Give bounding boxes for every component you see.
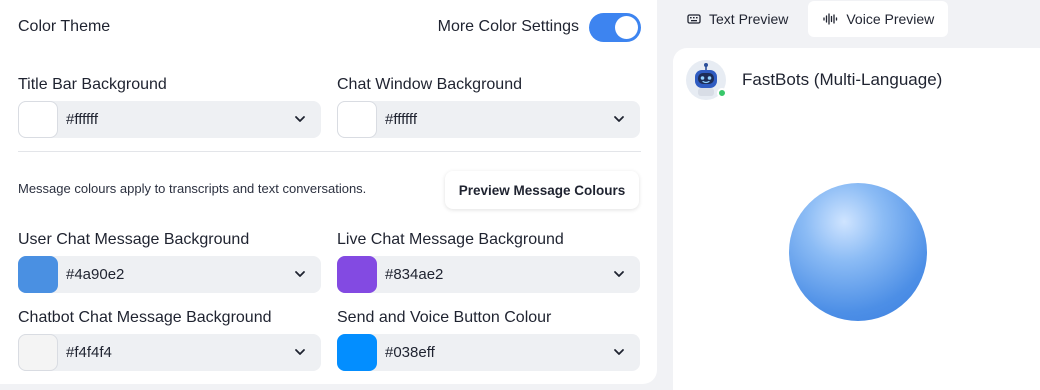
user-chat-message-background-select[interactable]: #4a90e2	[18, 256, 321, 293]
user-chat-color-swatch[interactable]	[18, 256, 58, 293]
tab-text-preview[interactable]: Text Preview	[673, 1, 802, 37]
message-colours-note: Message colours apply to transcripts and…	[18, 181, 367, 196]
live-chat-message-background-label: Live Chat Message Background	[337, 231, 564, 248]
user-chat-color-value: #4a90e2	[66, 266, 125, 283]
live-chat-color-swatch[interactable]	[337, 256, 377, 293]
send-and-voice-button-colour-field: Send and Voice Button Colour #038eff	[337, 307, 640, 371]
preview-message-colours-button[interactable]: Preview Message Colours	[445, 171, 639, 209]
title-bar-color-swatch[interactable]	[18, 101, 58, 138]
chevron-down-icon	[295, 271, 305, 277]
bot-name: FastBots (Multi-Language)	[742, 70, 943, 89]
chatbot-chat-message-background-label: Chatbot Chat Message Background	[18, 309, 272, 326]
voice-preview-card: FastBots (Multi-Language)	[673, 48, 1040, 390]
send-and-voice-button-colour-select[interactable]: #038eff	[337, 334, 640, 371]
toggle-knob	[615, 15, 638, 39]
chevron-down-icon	[614, 116, 624, 122]
send-and-voice-button-colour-label: Send and Voice Button Colour	[337, 309, 552, 326]
live-chat-message-background-select[interactable]: #834ae2	[337, 256, 640, 293]
color-theme-panel: Color Theme More Color Settings Title Ba…	[0, 0, 657, 384]
voice-orb[interactable]	[789, 183, 927, 321]
chat-window-background-label: Chat Window Background	[337, 76, 522, 93]
chevron-down-icon	[295, 116, 305, 122]
user-chat-message-background-field: User Chat Message Background #4a90e2	[18, 229, 321, 293]
chevron-down-icon	[614, 271, 624, 277]
chevron-down-icon	[614, 349, 624, 355]
chat-window-background-select[interactable]: #ffffff	[337, 101, 640, 138]
user-chat-message-background-label: User Chat Message Background	[18, 231, 250, 248]
chatbot-chat-message-background-select[interactable]: #f4f4f4	[18, 334, 321, 371]
bot-header: FastBots (Multi-Language)	[686, 60, 942, 100]
panel-header: Color Theme More Color Settings	[18, 12, 641, 42]
online-status-dot	[717, 88, 727, 98]
title-bar-background-label: Title Bar Background	[18, 76, 167, 93]
more-color-settings-toggle[interactable]	[589, 12, 641, 42]
live-chat-message-background-field: Live Chat Message Background #834ae2	[337, 229, 640, 293]
tab-voice-preview[interactable]: Voice Preview	[808, 1, 949, 37]
tab-voice-preview-label: Voice Preview	[846, 11, 935, 27]
send-voice-color-swatch[interactable]	[337, 334, 377, 371]
more-color-settings-label: More Color Settings	[437, 18, 579, 35]
audio-waveform-icon	[823, 13, 838, 25]
title-bar-background-field: Title Bar Background #ffffff	[18, 74, 321, 138]
keyboard-icon	[687, 14, 701, 24]
title-bar-color-value: #ffffff	[66, 111, 98, 128]
chatbot-chat-color-value: #f4f4f4	[66, 344, 112, 361]
preview-tabs: Text Preview Voice Preview	[673, 1, 949, 37]
panel-title: Color Theme	[18, 18, 111, 35]
chevron-down-icon	[295, 349, 305, 355]
live-chat-color-value: #834ae2	[385, 266, 444, 283]
more-color-settings: More Color Settings	[437, 12, 641, 42]
chat-window-color-value: #ffffff	[385, 111, 417, 128]
title-bar-background-select[interactable]: #ffffff	[18, 101, 321, 138]
bot-avatar	[686, 60, 727, 100]
tab-text-preview-label: Text Preview	[709, 11, 789, 27]
chatbot-chat-color-swatch[interactable]	[18, 334, 58, 371]
chatbot-chat-message-background-field: Chatbot Chat Message Background #f4f4f4	[18, 307, 321, 371]
chat-window-background-field: Chat Window Background #ffffff	[337, 74, 640, 138]
send-voice-color-value: #038eff	[385, 344, 435, 361]
section-divider	[18, 151, 641, 152]
chat-window-color-swatch[interactable]	[337, 101, 377, 138]
